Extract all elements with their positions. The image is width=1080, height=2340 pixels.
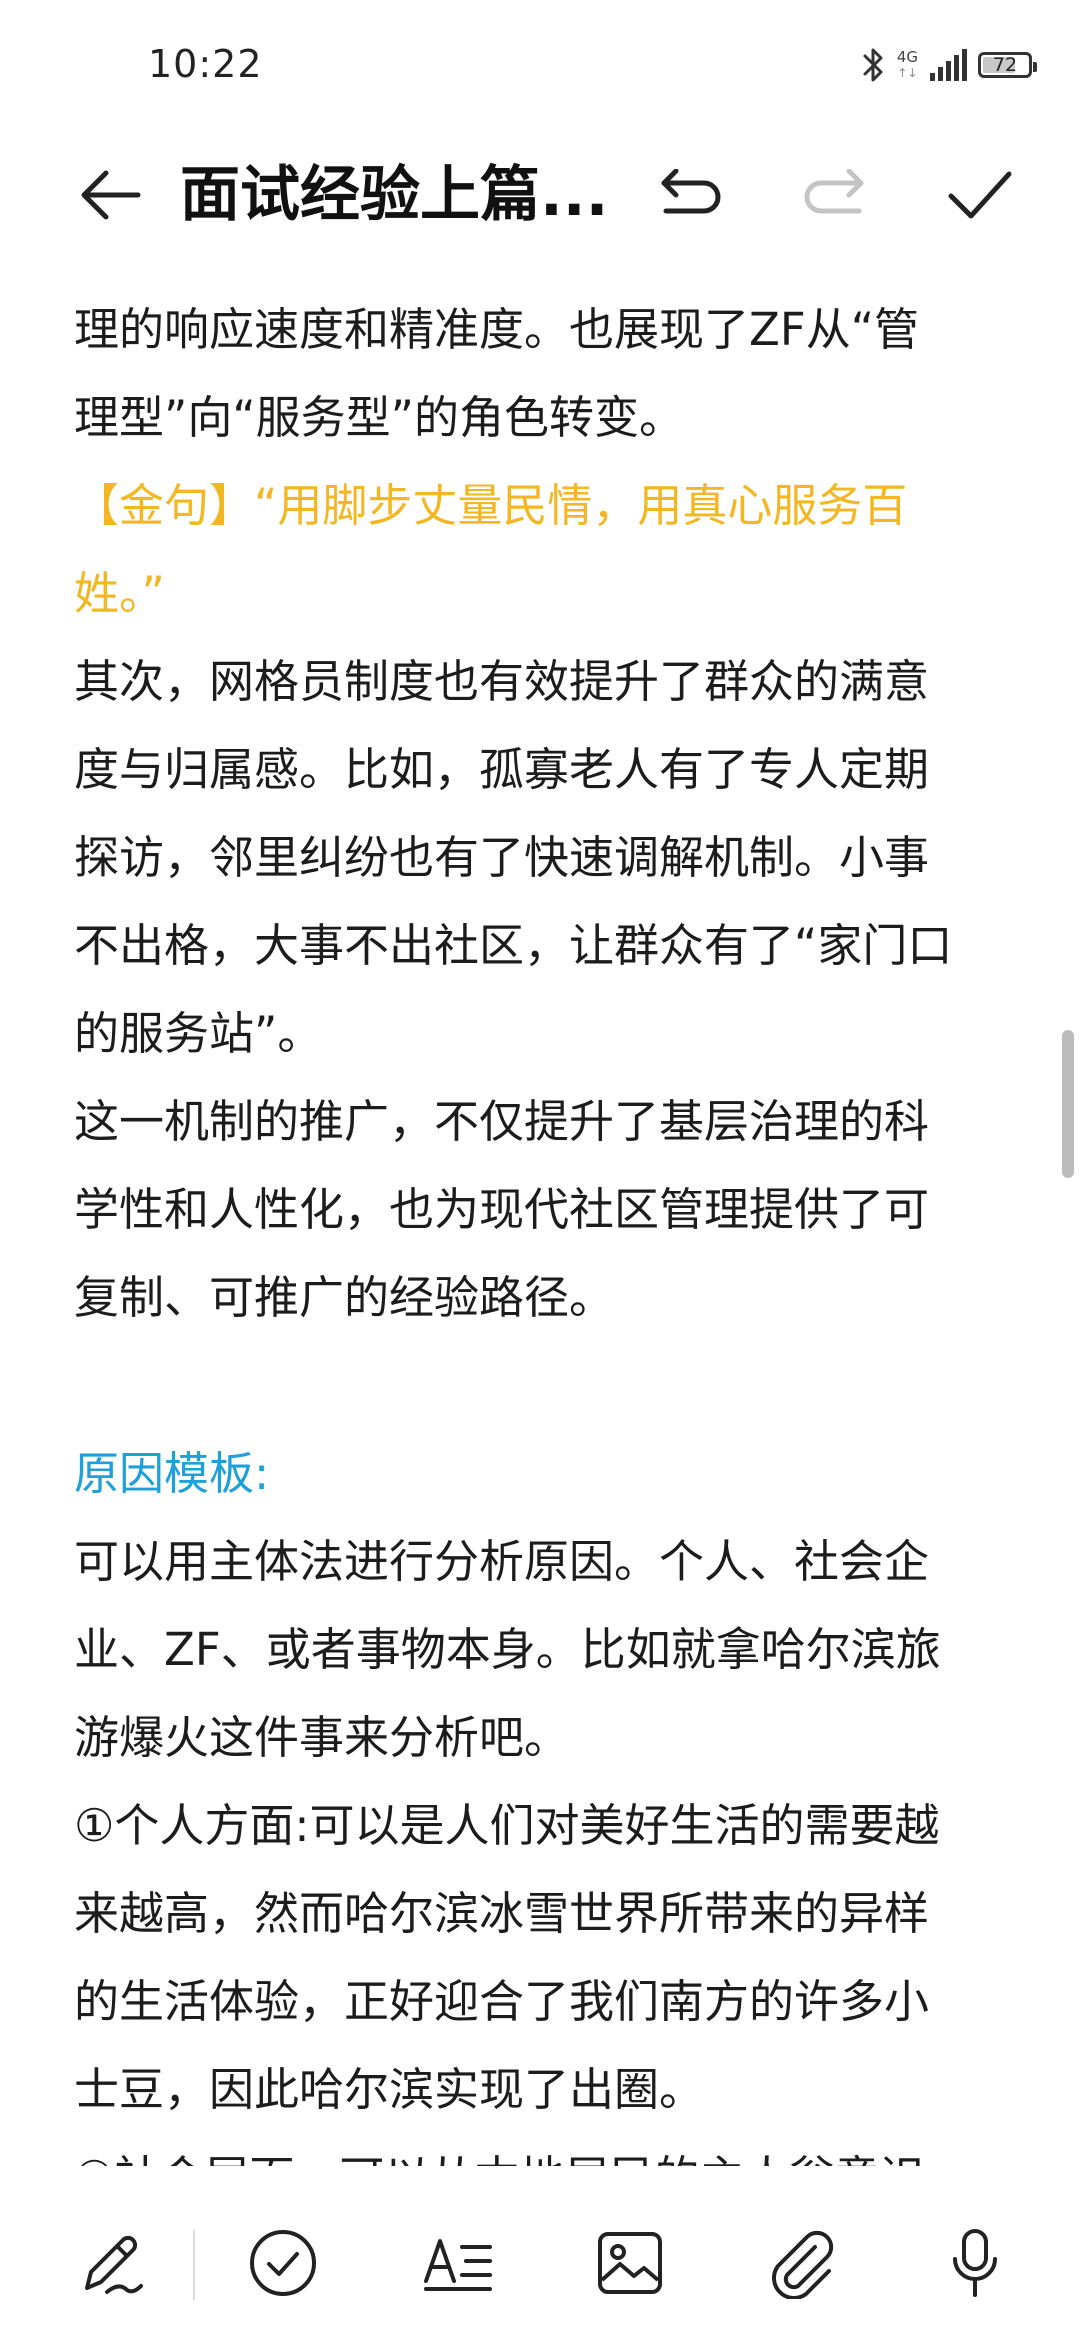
golden-quote-line: 姓。” xyxy=(74,567,165,620)
redo-icon xyxy=(804,169,864,214)
text-line: 士豆，因此哈尔滨实现了出圈。 xyxy=(74,2063,705,2116)
back-button[interactable] xyxy=(68,160,152,230)
text-line: 度与归属感。比如，孤寡老人有了专人定期 xyxy=(74,743,930,796)
text-line: 探访，邻里纠纷也有了快速调解机制。小事 xyxy=(74,831,930,884)
text-format-button[interactable] xyxy=(418,2218,498,2308)
attachment-button[interactable] xyxy=(762,2218,842,2308)
done-button[interactable] xyxy=(940,158,1020,232)
battery-level: 72 xyxy=(992,54,1018,76)
handwriting-button[interactable] xyxy=(72,2218,152,2308)
text-line: 不出格，大事不出社区，让群众有了“家门口 xyxy=(74,919,953,972)
text-line: 其次，网格员制度也有效提升了群众的满意 xyxy=(74,655,930,708)
voice-input-button[interactable] xyxy=(935,2218,1015,2308)
microphone-icon xyxy=(953,2229,997,2297)
text-line: 业、ZF、或者事物本身。比如就拿哈尔滨旅 xyxy=(74,1623,941,1676)
status-time: 10:22 xyxy=(148,42,263,86)
redo-button[interactable] xyxy=(795,162,875,228)
scroll-indicator[interactable] xyxy=(1062,1030,1074,1178)
text-format-icon xyxy=(424,2239,492,2291)
text-line: 的服务站”。 xyxy=(74,1007,323,1060)
golden-quote-line: 【金句】“用脚步丈量民情，用真心服务百 xyxy=(74,479,908,532)
pen-icon xyxy=(85,2235,143,2294)
text-line: 学性和人性化，也为现代社区管理提供了可 xyxy=(74,1183,930,1236)
check-icon xyxy=(948,171,1012,219)
attachment-icon xyxy=(772,2230,834,2299)
checklist-icon xyxy=(250,2230,316,2296)
undo-button[interactable] xyxy=(650,162,730,228)
text-line: 这一机制的推广，不仅提升了基层治理的科 xyxy=(74,1095,930,1148)
status-bar: 10:22 4G ↑↓ 72 xyxy=(0,0,1080,130)
insert-image-button[interactable] xyxy=(590,2218,670,2308)
checklist-button[interactable] xyxy=(243,2218,323,2308)
image-icon xyxy=(598,2232,662,2294)
back-arrow-icon xyxy=(81,170,141,220)
note-body[interactable]: 理的响应速度和精准度。也展现了ZF从“管 理型”向“服务型”的角色转变。【金句】“… xyxy=(74,286,1034,2166)
text-line: 复制、可推广的经验路径。 xyxy=(74,1271,615,1324)
toolbar-divider xyxy=(193,2230,195,2300)
text-line: 可以用主体法进行分析原因。个人、社会企 xyxy=(74,1535,930,1588)
bluetooth-icon xyxy=(863,48,883,82)
section-heading: 原因模板: xyxy=(74,1447,270,1500)
text-line: 游爆火这件事来分析吧。 xyxy=(74,1711,570,1764)
bottom-toolbar xyxy=(0,2180,1080,2340)
text-line: 来越高，然而哈尔滨冰雪世界所带来的异样 xyxy=(74,1887,930,1940)
battery-icon: 72 xyxy=(978,52,1037,78)
text-line: 理的响应速度和精准度。也展现了ZF从“管 xyxy=(74,303,920,356)
text-line: ②社会层面，可以从本地居民的主人翁意识 xyxy=(74,2134,1034,2166)
note-title[interactable]: 面试经验上篇... xyxy=(180,152,620,238)
signal-icon xyxy=(930,49,967,81)
status-icons: 4G ↑↓ 72 xyxy=(861,40,1037,90)
text-line: 的生活体验，正好迎合了我们南方的许多小 xyxy=(74,1975,930,2028)
text-line: ①个人方面:可以是人们对美好生活的需要越 xyxy=(74,1799,940,1852)
undo-icon xyxy=(661,169,721,214)
network-type: 4G ↑↓ xyxy=(896,48,918,80)
text-line: 理型”向“服务型”的角色转变。 xyxy=(74,391,684,444)
